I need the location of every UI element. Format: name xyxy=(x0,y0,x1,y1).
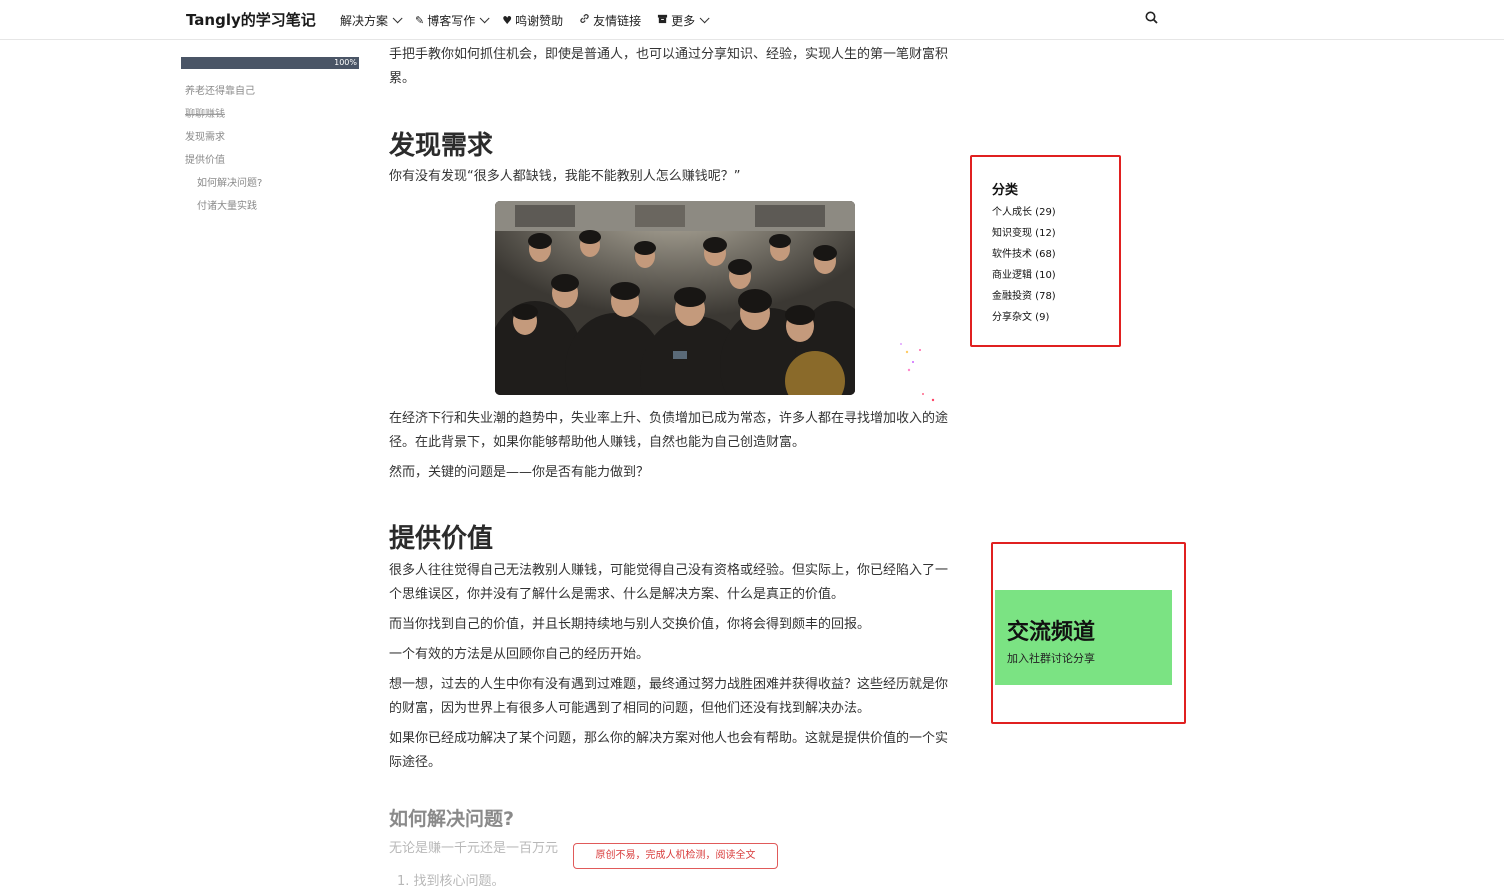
toc-item[interactable]: 发现需求 xyxy=(185,130,262,153)
categories-list: 个人成长 (29) 知识变现 (12) 软件技术 (68) 商业逻辑 (10) … xyxy=(992,206,1056,332)
nav-item-more[interactable]: 更多 xyxy=(657,12,710,29)
nav-label: 友情链接 xyxy=(593,13,642,28)
toc-item[interactable]: 养老还得靠自己 xyxy=(185,84,262,107)
toc-subitem[interactable]: 付诸大量实践 xyxy=(185,199,262,222)
heading-find-demand: 发现需求 xyxy=(389,131,494,161)
chevron-down-icon xyxy=(392,12,403,23)
intro-paragraph: 手把手教你如何抓住机会，即使是普通人，也可以通过分享知识、经验，实现人生的第一笔… xyxy=(389,47,949,86)
channel-title: 交流频道 xyxy=(1007,620,1096,645)
paragraph: 你有没有发现“很多人都缺钱，我能不能教别人怎么赚钱呢？” xyxy=(389,169,741,184)
reading-progress-bar: 100% xyxy=(181,57,359,69)
heading-provide-value: 提供价值 xyxy=(389,524,494,554)
main-nav: 解决方案 ✎ 博客写作 ♥ 鸣谢赞助 友情链接 更多 xyxy=(340,0,722,40)
nav-label: 解决方案 xyxy=(340,13,389,28)
paragraph: 一个有效的方法是从回顾你自己的经历开始。 xyxy=(389,647,650,662)
nav-label: 鸣谢赞助 xyxy=(515,13,564,28)
nav-item-blog-writing[interactable]: ✎ 博客写作 xyxy=(415,12,490,29)
channel-subtitle: 加入社群讨论分享 xyxy=(1007,652,1095,665)
nav-label: 更多 xyxy=(671,13,696,28)
toc-subitem[interactable]: 如何解决问题? xyxy=(185,176,262,199)
category-link[interactable]: 金融投资 (78) xyxy=(992,290,1056,311)
chevron-down-icon xyxy=(479,12,490,23)
table-of-contents: 养老还得靠自己 聊聊赚钱 发现需求 提供价值 如何解决问题? 付诸大量实践 xyxy=(185,84,262,222)
heart-icon: ♥ xyxy=(502,13,513,27)
category-link[interactable]: 知识变现 (12) xyxy=(992,227,1056,248)
paragraph: 在经济下行和失业潮的趋势中，失业率上升、负债增加已成为常态，许多人都在寻找增加收… xyxy=(389,411,949,450)
nav-item-links[interactable]: 友情链接 xyxy=(579,12,641,29)
reading-progress-label: 100% xyxy=(334,58,357,67)
category-link[interactable]: 软件技术 (68) xyxy=(992,248,1056,269)
site-brand[interactable]: Tangly的学习笔记 xyxy=(186,9,316,30)
nav-item-sponsors[interactable]: ♥ 鸣谢赞助 xyxy=(502,12,563,29)
category-link[interactable]: 分享杂文 (9) xyxy=(992,311,1056,332)
join-community-card[interactable]: 交流频道 加入社群讨论分享 xyxy=(995,590,1172,685)
sparkle-decoration xyxy=(900,343,935,402)
paragraph: 很多人往往觉得自己无法教别人赚钱，可能觉得自己没有资格或经验。但实际上，你已经陷… xyxy=(389,563,949,602)
nav-item-solutions[interactable]: 解决方案 xyxy=(340,12,403,29)
category-link[interactable]: 个人成长 (29) xyxy=(992,206,1056,227)
paragraph: 如果你已经成功解决了某个问题，那么你的解决方案对他人也会有帮助。这就是提供价值的… xyxy=(389,731,949,770)
toc-item-active[interactable]: 聊聊赚钱 xyxy=(185,107,262,130)
channel-widget: 交流频道 加入社群讨论分享 xyxy=(991,542,1186,724)
categories-widget: 分类 个人成长 (29) 知识变现 (12) 软件技术 (68) 商业逻辑 (1… xyxy=(970,155,1121,347)
top-navbar: Tangly的学习笔记 解决方案 ✎ 博客写作 ♥ 鸣谢赞助 友情链接 更多 xyxy=(0,0,1504,40)
read-full-article-button[interactable]: 原创不易，完成人机检测，阅读全文 xyxy=(573,843,778,869)
nav-label: 博客写作 xyxy=(427,13,476,28)
heading-how-to-solve: 如何解决问题? xyxy=(389,808,515,830)
category-link[interactable]: 商业逻辑 (10) xyxy=(992,269,1056,290)
paragraph: 然而，关键的问题是——你是否有能力做到？ xyxy=(389,465,650,480)
chevron-down-icon xyxy=(699,12,710,23)
toc-item[interactable]: 提供价值 xyxy=(185,153,262,176)
paragraph: 想一想，过去的人生中你有没有遇到过难题，最终通过努力战胜困难并获得收益？这些经历… xyxy=(389,677,949,716)
link-icon xyxy=(579,13,590,27)
pen-icon: ✎ xyxy=(415,13,425,27)
search-icon[interactable] xyxy=(1144,10,1160,26)
categories-title: 分类 xyxy=(992,183,1019,198)
archive-icon xyxy=(657,13,668,27)
crowded-subway-photo xyxy=(495,201,855,395)
list-item: 1. 找到核心问题。 xyxy=(397,874,505,889)
paragraph: 而当你找到自己的价值，并且长期持续地与别人交换价值，你将会得到颇丰的回报。 xyxy=(389,617,871,632)
